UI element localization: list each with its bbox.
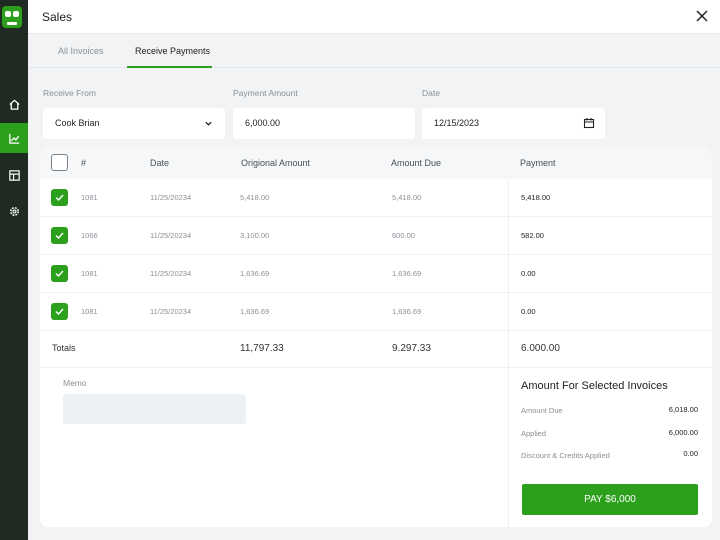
memo-input[interactable] bbox=[63, 394, 246, 424]
amount-due-value: 6,018.00 bbox=[668, 405, 698, 414]
table-row[interactable]: 1081 11/25/20234 1,636.69 1,636.69 0.00 bbox=[40, 293, 712, 331]
receive-from-value: Cook Brian bbox=[55, 118, 100, 128]
cell-date: 11/25/20234 bbox=[150, 231, 192, 240]
cell-payment[interactable]: 0.00 bbox=[521, 269, 536, 278]
total-payment: 6.000.00 bbox=[521, 343, 560, 354]
col-original-amount: Origional Amount bbox=[241, 158, 311, 168]
check-icon bbox=[55, 270, 64, 278]
cell-number: 1066 bbox=[81, 231, 98, 240]
date-value: 12/15/2023 bbox=[434, 118, 480, 128]
date-input[interactable]: 12/15/2023 bbox=[422, 108, 605, 139]
total-original: 11,797.33 bbox=[240, 343, 284, 354]
cell-due: 1,636.69 bbox=[392, 269, 422, 278]
header: Sales bbox=[28, 0, 720, 34]
cell-number: 1081 bbox=[81, 307, 98, 316]
close-icon[interactable] bbox=[694, 8, 710, 24]
table-row[interactable]: 1081 11/25/20234 5,418.00 5,418.00 5,418… bbox=[40, 179, 712, 217]
chart-icon[interactable] bbox=[0, 123, 28, 153]
row-checkbox[interactable] bbox=[51, 303, 68, 320]
table-row[interactable]: 1066 11/25/20234 3,100.00 600.00 582.00 bbox=[40, 217, 712, 255]
discount-label: Discount & Credits Applied bbox=[521, 451, 610, 460]
payment-amount-value: 6,000.00 bbox=[245, 118, 281, 128]
row-checkbox[interactable] bbox=[51, 189, 68, 206]
tab-bar: All Invoices Receive Payments bbox=[28, 34, 720, 68]
cell-date: 11/25/20234 bbox=[150, 193, 192, 202]
totals-row: Totals 11,797.33 9.297.33 6.000.00 bbox=[40, 330, 712, 368]
tab-all-invoices[interactable]: All Invoices bbox=[58, 46, 104, 56]
amount-due-label: Amount Due bbox=[521, 406, 563, 415]
home-icon[interactable] bbox=[0, 89, 28, 119]
applied-label: Applied bbox=[521, 429, 547, 438]
gear-icon[interactable] bbox=[0, 196, 28, 226]
memo-label: Memo bbox=[63, 378, 87, 388]
tab-receive-payments[interactable]: Receive Payments bbox=[135, 46, 210, 56]
pay-button[interactable]: PAY $6,000 bbox=[522, 484, 698, 515]
column-divider bbox=[508, 179, 509, 527]
cell-original: 1,636.69 bbox=[240, 269, 270, 278]
cell-payment[interactable]: 582.00 bbox=[521, 231, 544, 240]
row-checkbox[interactable] bbox=[51, 227, 68, 244]
totals-label: Totals bbox=[52, 343, 76, 353]
cell-due: 1,636.69 bbox=[392, 307, 422, 316]
cell-due: 5,418.00 bbox=[392, 193, 422, 202]
table-header: # Date Origional Amount Amount Due Payme… bbox=[40, 147, 712, 179]
col-date: Date bbox=[150, 158, 170, 168]
col-amount-due: Amount Due bbox=[391, 158, 442, 168]
receive-from-label: Receive From bbox=[43, 88, 96, 98]
table-icon[interactable] bbox=[0, 160, 28, 190]
cell-payment[interactable]: 0.00 bbox=[521, 307, 536, 316]
cell-payment[interactable]: 5,418.00 bbox=[521, 193, 550, 202]
cell-due: 600.00 bbox=[392, 231, 415, 240]
check-icon bbox=[55, 232, 64, 240]
invoices-card: # Date Origional Amount Amount Due Payme… bbox=[40, 147, 712, 527]
date-label: Date bbox=[422, 88, 440, 98]
applied-value: 6,000.00 bbox=[668, 428, 698, 437]
chevron-down-icon bbox=[205, 121, 212, 126]
receive-from-select[interactable]: Cook Brian bbox=[43, 108, 225, 139]
total-due: 9.297.33 bbox=[392, 343, 431, 354]
row-checkbox[interactable] bbox=[51, 265, 68, 282]
cell-original: 3,100.00 bbox=[240, 231, 270, 240]
payment-amount-label: Payment Amount bbox=[233, 88, 298, 98]
discount-value: 0.00 bbox=[683, 449, 698, 458]
col-payment: Payment bbox=[520, 158, 556, 168]
cell-number: 1081 bbox=[81, 193, 98, 202]
select-all-checkbox[interactable] bbox=[51, 154, 68, 171]
cell-original: 5,418.00 bbox=[240, 193, 270, 202]
cell-date: 11/25/20234 bbox=[150, 269, 192, 278]
cell-original: 1,636.69 bbox=[240, 307, 270, 316]
summary-title: Amount For Selected Invoices bbox=[521, 380, 668, 392]
check-icon bbox=[55, 194, 64, 202]
active-tab-indicator bbox=[127, 66, 212, 68]
logo-icon bbox=[2, 6, 22, 28]
cell-number: 1081 bbox=[81, 269, 98, 278]
col-number: # bbox=[81, 158, 87, 168]
check-icon bbox=[55, 308, 64, 316]
payment-amount-input[interactable]: 6,000.00 bbox=[233, 108, 415, 139]
calendar-icon[interactable] bbox=[583, 117, 595, 129]
cell-date: 11/25/20234 bbox=[150, 307, 192, 316]
table-row[interactable]: 1081 11/25/20234 1,636.69 1,636.69 0.00 bbox=[40, 255, 712, 293]
page-title: Sales bbox=[42, 10, 73, 24]
sidebar bbox=[0, 0, 28, 540]
